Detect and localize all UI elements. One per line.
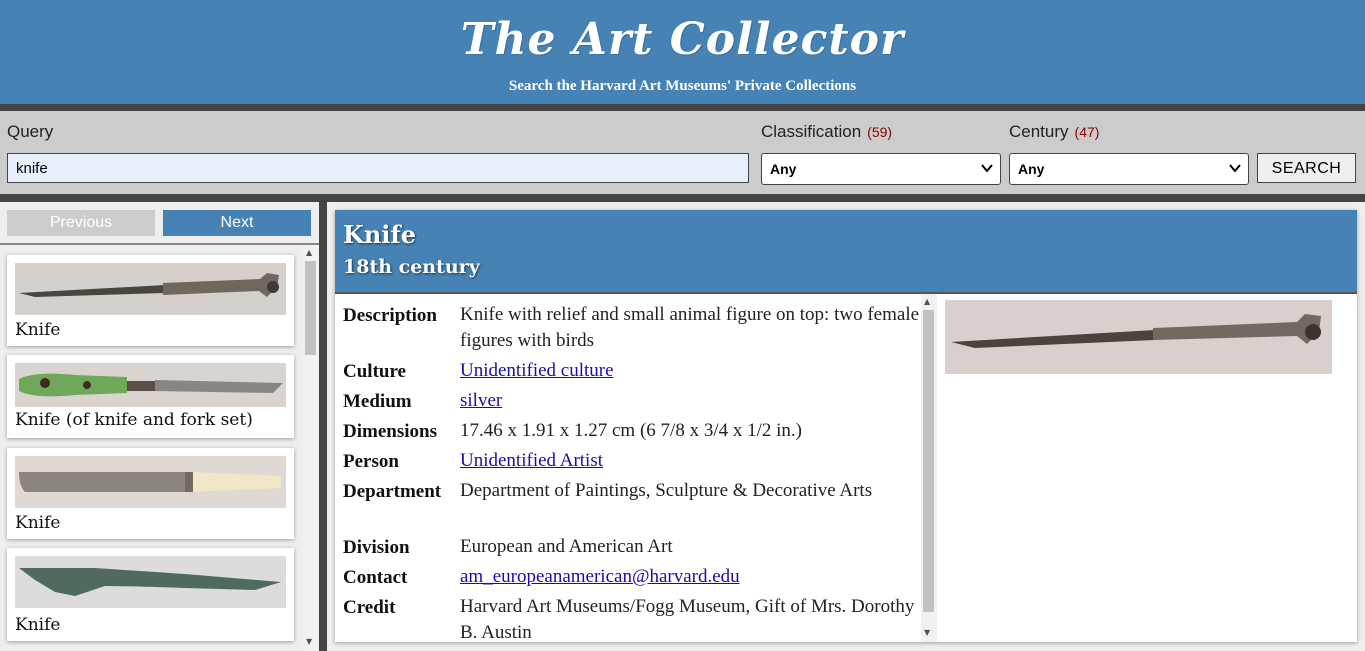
fact-value-department: Department of Paintings, Sculpture & Dec… xyxy=(460,480,873,501)
result-card[interactable]: Knife xyxy=(7,548,294,641)
classification-label: Classification (59) xyxy=(761,122,892,142)
fact-label-division: Division xyxy=(343,537,410,558)
result-card[interactable]: Knife (of knife and fork set) xyxy=(7,355,294,438)
result-title: Knife xyxy=(15,615,61,635)
result-title: Knife (of knife and fork set) xyxy=(15,410,253,430)
century-count: (47) xyxy=(1074,124,1100,140)
previous-button[interactable]: Previous xyxy=(7,210,155,236)
results-scroll-thumb[interactable] xyxy=(305,261,316,355)
arrow-down-icon[interactable]: ▼ xyxy=(306,637,312,646)
classification-select[interactable]: Any xyxy=(761,153,1001,185)
fact-label-department: Department xyxy=(343,481,442,502)
fact-label-person: Person xyxy=(343,451,399,472)
chevron-down-icon xyxy=(1228,159,1242,180)
artwork-photo[interactable] xyxy=(945,300,1332,374)
century-select[interactable]: Any xyxy=(1009,153,1249,185)
header-divider xyxy=(0,104,1365,111)
fact-label-credit: Credit xyxy=(343,597,396,618)
century-label-text: Century xyxy=(1009,122,1069,141)
app-title: The Art Collector xyxy=(460,14,905,65)
fact-label-description: Description xyxy=(343,305,437,326)
results-list: Knife Knife (of knife and fork set) Knif xyxy=(0,245,319,651)
knife-thumbnail xyxy=(15,263,286,315)
fact-value-dimensions: 17.46 x 1.91 x 1.27 cm (6 7/8 x 3/4 x 1/… xyxy=(460,420,802,441)
detail-title: Knife xyxy=(343,220,417,249)
medium-link[interactable]: silver xyxy=(460,390,502,411)
knife-thumbnail xyxy=(15,556,286,608)
arrow-down-icon[interactable]: ▼ xyxy=(924,628,930,637)
detail-header: Knife 18th century xyxy=(335,210,1357,292)
result-card[interactable]: Knife xyxy=(7,448,294,539)
query-label-text: Query xyxy=(7,122,54,141)
fact-value-culture: Unidentified culture xyxy=(460,358,920,384)
knife-thumbnail xyxy=(15,456,286,508)
century-label: Century (47) xyxy=(1009,122,1099,142)
detail-dated: 18th century xyxy=(343,256,480,278)
result-title: Knife xyxy=(15,513,61,533)
arrow-up-icon[interactable]: ▲ xyxy=(306,248,312,257)
facts-list: Description Knife with relief and small … xyxy=(335,294,921,642)
fact-value-medium: silver xyxy=(460,388,920,414)
fact-label-contact: Contact xyxy=(343,567,408,588)
facts-scrollbar[interactable]: ▲ ▼ xyxy=(921,294,937,642)
classification-count: (59) xyxy=(867,124,893,140)
facts-scroll-thumb[interactable] xyxy=(923,310,934,612)
classification-label-text: Classification xyxy=(761,122,862,141)
search-form: Query Classification (59) Any Century (47)… xyxy=(0,111,1365,194)
fact-label-dimensions: Dimensions xyxy=(343,421,437,442)
app-header: The Art Collector Search the Harvard Art… xyxy=(0,0,1365,104)
result-card[interactable]: Knife xyxy=(7,255,294,346)
pagination: Previous Next xyxy=(0,202,319,243)
next-button[interactable]: Next xyxy=(163,210,311,236)
result-title: Knife xyxy=(15,320,61,340)
fact-value-description: Knife with relief and small animal figur… xyxy=(460,304,920,351)
results-sidebar: Previous Next Knife Knife (of knife and … xyxy=(0,202,319,651)
classification-selected-value: Any xyxy=(770,161,797,177)
main-divider xyxy=(319,202,327,651)
query-input[interactable] xyxy=(7,153,749,183)
search-divider xyxy=(0,194,1365,202)
fact-value-credit: Harvard Art Museums/Fogg Museum, Gift of… xyxy=(460,596,915,642)
culture-link[interactable]: Unidentified culture xyxy=(460,360,614,381)
chevron-down-icon xyxy=(980,159,994,180)
search-button[interactable]: SEARCH xyxy=(1257,153,1356,183)
knife-thumbnail xyxy=(15,363,286,407)
person-link[interactable]: Unidentified Artist xyxy=(460,450,603,471)
fact-value-person: Unidentified Artist xyxy=(460,448,920,474)
fact-value-contact: am_europeanamerican@harvard.edu xyxy=(460,564,920,590)
detail-panel: Knife 18th century Description Knife wit… xyxy=(327,202,1365,651)
detail-card: Knife 18th century Description Knife wit… xyxy=(335,210,1357,642)
query-label: Query xyxy=(7,122,53,142)
arrow-up-icon[interactable]: ▲ xyxy=(924,297,930,306)
fact-label-medium: Medium xyxy=(343,391,412,412)
fact-label-culture: Culture xyxy=(343,361,406,382)
app-subtitle: Search the Harvard Art Museums' Private … xyxy=(508,78,857,94)
results-scrollbar[interactable]: ▲ ▼ xyxy=(303,245,319,651)
century-selected-value: Any xyxy=(1018,161,1045,177)
fact-value-division: European and American Art xyxy=(460,536,673,557)
contact-email-link[interactable]: am_europeanamerican@harvard.edu xyxy=(460,566,740,587)
